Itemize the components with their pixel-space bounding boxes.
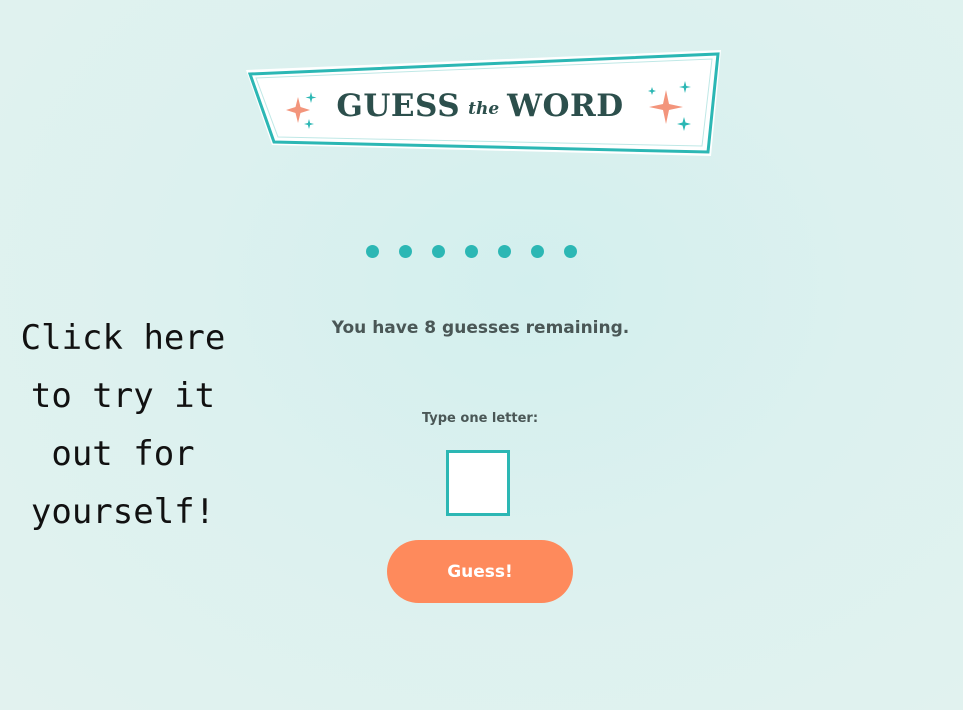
- guess-button[interactable]: Guess!: [387, 540, 573, 603]
- logo-title: GUESS the WORD: [238, 88, 722, 124]
- logo-guess: GUESS: [336, 88, 461, 124]
- callout-line: to try it: [30, 376, 216, 416]
- letter-placeholder: [465, 245, 478, 258]
- letter-placeholder: [399, 245, 412, 258]
- callout-line: Click here: [20, 318, 226, 358]
- letter-placeholder: [366, 245, 379, 258]
- callout-line: out for: [51, 434, 195, 474]
- letter-placeholder: [432, 245, 445, 258]
- word-in-progress: [366, 245, 577, 258]
- letter-placeholder: [564, 245, 577, 258]
- logo-word: WORD: [507, 88, 624, 124]
- try-it-callout[interactable]: Click here to try it out for yourself!: [0, 309, 246, 541]
- letter-placeholder: [531, 245, 544, 258]
- callout-line: yourself!: [30, 492, 216, 532]
- letter-input[interactable]: [446, 450, 510, 516]
- game-logo: GUESS the WORD: [238, 44, 728, 166]
- letter-input-label: Type one letter:: [421, 411, 539, 426]
- logo-the: the: [468, 99, 500, 119]
- letter-placeholder: [498, 245, 511, 258]
- remaining-guesses-text: You have 8 guesses remaining.: [331, 318, 630, 338]
